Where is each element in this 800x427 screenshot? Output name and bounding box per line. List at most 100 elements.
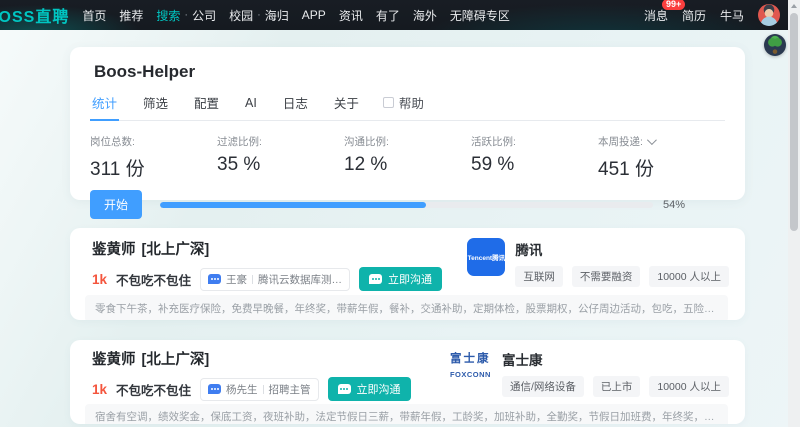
divider <box>252 274 254 284</box>
tab-log[interactable]: 日志 <box>281 93 310 120</box>
company-name[interactable]: 富士康 <box>502 349 729 369</box>
nav-item-company[interactable]: 公司 <box>192 7 216 24</box>
nav-group-search-company: 搜索 · 公司 <box>156 7 216 24</box>
company-tag: 已上市 <box>592 376 641 397</box>
job-title[interactable]: 鉴黄师 <box>92 242 136 258</box>
company-tag: 通信/网络设备 <box>501 376 584 397</box>
message-count-badge: 99+ <box>661 0 686 10</box>
nav-item-overseas[interactable]: 海外 <box>413 7 437 24</box>
page-scrollbar[interactable] <box>788 0 800 427</box>
job-salary: 1k <box>92 271 108 287</box>
job-benefits: 零食下午茶，补充医疗保险，免费早晚餐，年终奖，带薪年假，餐补，交通补助，定期体检… <box>85 295 728 320</box>
panel-title: Boos-Helper <box>94 62 196 81</box>
top-nav: BOSS直聘 首页 推荐 搜索 · 公司 校园 · 海归 APP 资讯 有了 海… <box>0 0 788 30</box>
nav-separator-dot: · <box>184 9 189 21</box>
progress-bar <box>160 201 653 208</box>
job-salary: 1k <box>92 381 108 397</box>
job-title[interactable]: 鉴黄师 <box>92 352 136 368</box>
help-label: 帮助 <box>398 97 424 111</box>
stat-chat-ratio: 沟通比例: 12 % <box>344 134 471 181</box>
stat-value: 12 % <box>344 154 388 175</box>
nav-item-youle[interactable]: 有了 <box>376 7 400 24</box>
job-requirement: 不包吃不包住 <box>116 273 192 288</box>
nav-item-resume[interactable]: 简历 <box>682 7 706 24</box>
nav-username[interactable]: 牛马 <box>720 7 744 24</box>
company-tag: 不需要融资 <box>571 266 641 287</box>
nav-item-search[interactable]: 搜索 <box>156 7 180 24</box>
company-tag: 10000 人以上 <box>649 266 729 287</box>
stat-label: 过滤比例: <box>217 136 262 148</box>
job-city: [北上广深] <box>141 352 210 368</box>
nav-item-accessibility[interactable]: 无障碍专区 <box>450 7 510 24</box>
chat-now-button[interactable]: 立即沟通 <box>359 267 443 291</box>
help-checkbox[interactable] <box>382 97 394 108</box>
nav-group-campus-overseas: 校园 · 海归 <box>229 7 289 24</box>
chat-bubble-icon <box>208 274 222 284</box>
nav-item-app[interactable]: APP <box>302 8 326 22</box>
job-benefits: 宿舍有空调，绩效奖金，保底工资，夜班补助，法定节假日三薪，带薪年假，工龄奖，加班… <box>85 404 728 424</box>
company-tag: 10000 人以上 <box>649 376 729 397</box>
foxconn-logo[interactable]: 富士康 FOXCONN <box>450 348 492 401</box>
progress-percent-label: 54% <box>662 198 685 211</box>
stat-active-ratio: 活跃比例: 59 % <box>471 134 598 181</box>
stat-value: 311 份 <box>90 159 145 180</box>
stats-row: 岗位总数: 311 份 过滤比例: 35 % 沟通比例: 12 % 活跃比例: … <box>90 134 725 181</box>
messages-label: 消息 <box>643 8 668 23</box>
nav-item-news[interactable]: 资讯 <box>339 7 363 24</box>
nav-item-messages[interactable]: 消息 99+ <box>643 0 686 24</box>
chat-now-button[interactable]: 立即沟通 <box>327 377 411 401</box>
scrollbar-thumb[interactable] <box>790 13 798 231</box>
tab-config[interactable]: 配置 <box>192 93 221 120</box>
nav-right-section: 消息 99+ 简历 牛马 <box>643 0 780 26</box>
recruiter-title: 招聘主管 <box>268 383 311 396</box>
nav-separator-dot: · <box>257 9 261 21</box>
nav-item-recommend[interactable]: 推荐 <box>119 7 143 24</box>
boos-helper-panel: Boos-Helper 统计 筛选 配置 AI 日志 关于 帮助 岗位总数: 3… <box>70 47 745 219</box>
job-title-row[interactable]: 鉴黄师 [北上广深] <box>92 348 450 369</box>
stat-label: 本周投递: <box>598 136 643 148</box>
company-tags: 通信/网络设备 已上市 10000 人以上 <box>501 376 729 397</box>
tencent-logo[interactable]: Tencent腾讯 <box>467 238 506 276</box>
panel-tabs: 统计 筛选 配置 AI 日志 关于 帮助 <box>90 93 725 121</box>
user-avatar[interactable] <box>758 4 780 26</box>
tab-statistics[interactable]: 统计 <box>90 93 120 121</box>
start-button[interactable]: 开始 <box>90 190 143 219</box>
chat-bubble-icon <box>337 384 351 394</box>
chat-bubble-icon <box>369 274 383 284</box>
stat-total-jobs: 岗位总数: 311 份 <box>90 134 217 181</box>
company-tags: 互联网 不需要融资 10000 人以上 <box>515 266 729 287</box>
chat-bubble-icon <box>208 384 222 394</box>
nav-item-campus[interactable]: 校园 <box>229 7 253 24</box>
job-city: [北上广深] <box>141 242 210 258</box>
job-requirement: 不包吃不包住 <box>116 383 192 398</box>
chevron-down-icon[interactable] <box>646 135 657 146</box>
tab-about[interactable]: 关于 <box>332 93 361 120</box>
nav-menu: 首页 推荐 搜索 · 公司 校园 · 海归 APP 资讯 有了 海外 无障碍专区 <box>82 7 510 24</box>
stat-weekly-sent: 本周投递: 451 份 <box>598 134 725 181</box>
recruiter-tag[interactable]: 杨先生 招聘主管 <box>200 377 319 401</box>
scroll-up-arrow-icon[interactable] <box>790 2 798 10</box>
nav-item-returnee[interactable]: 海归 <box>265 7 289 24</box>
company-tag: 互联网 <box>515 266 563 287</box>
controls-row: 开始 54% <box>90 190 725 219</box>
job-card-foxconn: 鉴黄师 [北上广深] 1k 不包吃不包住 杨先生 招聘主管 立即沟通 富士康 F… <box>70 340 745 424</box>
recruiter-tag[interactable]: 王豪 腾讯云数据库测… <box>200 267 351 291</box>
tab-ai[interactable]: AI <box>243 96 259 118</box>
stat-value: 451 份 <box>598 159 654 180</box>
stat-filter-ratio: 过滤比例: 35 % <box>217 134 344 181</box>
divider <box>262 384 264 394</box>
extension-tree-icon[interactable] <box>764 34 786 56</box>
stat-label: 活跃比例: <box>471 136 516 148</box>
company-name[interactable]: 腾讯 <box>515 239 729 259</box>
recruiter-title: 腾讯云数据库测… <box>258 273 343 286</box>
nav-item-home[interactable]: 首页 <box>82 7 106 24</box>
stat-value: 59 % <box>471 154 515 175</box>
help-checkbox-wrap[interactable]: 帮助 <box>382 93 424 120</box>
job-title-row[interactable]: 鉴黄师 [北上广深] <box>92 238 467 259</box>
stat-value: 35 % <box>217 154 261 175</box>
recruiter-name: 杨先生 <box>226 383 258 396</box>
recruiter-name: 王豪 <box>226 273 248 286</box>
boss-logo[interactable]: BOSS直聘 <box>0 3 69 27</box>
progress-bar-fill <box>160 201 427 208</box>
tab-filter[interactable]: 筛选 <box>141 93 170 120</box>
